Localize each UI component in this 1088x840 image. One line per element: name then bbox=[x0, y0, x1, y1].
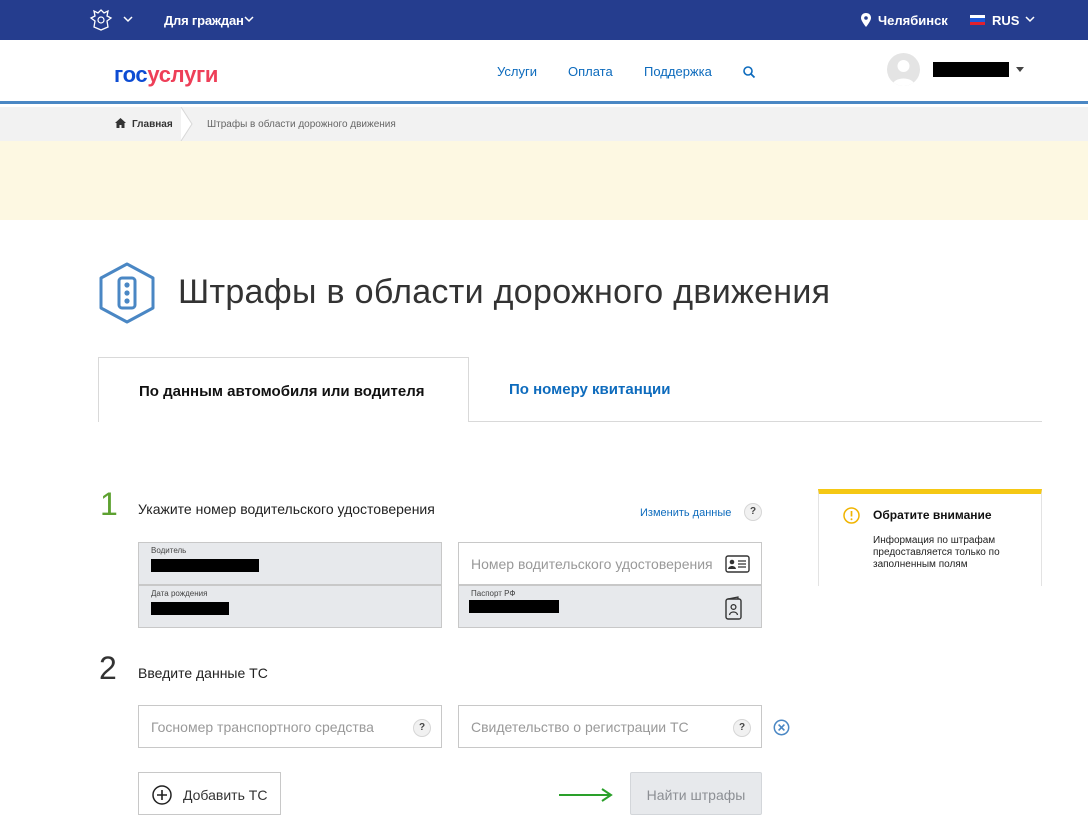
avatar[interactable] bbox=[887, 53, 920, 86]
tab-by-vehicle-or-driver[interactable]: По данным автомобиля или водителя bbox=[98, 357, 469, 422]
birthdate-field: Дата рождения bbox=[138, 585, 442, 628]
help-button[interactable]: ? bbox=[733, 719, 751, 737]
arrow-right-icon bbox=[559, 788, 613, 802]
russian-flag-icon bbox=[970, 15, 985, 25]
nav-payment[interactable]: Оплата bbox=[568, 64, 613, 79]
find-fines-label: Найти штрафы bbox=[646, 787, 746, 803]
plate-placeholder: Госномер транспортного средства bbox=[151, 719, 374, 735]
help-button[interactable]: ? bbox=[413, 719, 431, 737]
gosuslugi-logo[interactable]: госуслуги bbox=[114, 62, 218, 88]
chevron-down-icon[interactable] bbox=[1024, 14, 1036, 24]
user-silhouette-icon bbox=[892, 60, 915, 86]
driver-name-redacted bbox=[151, 559, 259, 572]
breadcrumb: Главная Штрафы в области дорожного движе… bbox=[0, 107, 1088, 141]
audience-selector[interactable]: Для граждан bbox=[164, 13, 244, 28]
id-card-icon bbox=[725, 555, 750, 573]
plate-number-input[interactable]: Госномер транспортного средства ? bbox=[138, 705, 442, 748]
plus-circle-icon bbox=[152, 785, 172, 805]
breadcrumb-home[interactable]: Главная bbox=[132, 119, 173, 130]
birthdate-caption: Дата рождения bbox=[151, 589, 208, 598]
search-icon[interactable] bbox=[742, 65, 756, 79]
add-vehicle-label: Добавить ТС bbox=[183, 787, 268, 803]
driver-field: Водитель bbox=[138, 542, 442, 585]
driver-caption: Водитель bbox=[151, 546, 187, 555]
registration-placeholder: Свидетельство о регистрации ТС bbox=[471, 719, 689, 735]
tab-label: По данным автомобиля или водителя bbox=[139, 383, 425, 400]
page-title: Штрафы в области дорожного движения bbox=[178, 273, 831, 311]
passport-caption: Паспорт РФ bbox=[471, 589, 516, 598]
home-icon bbox=[115, 118, 126, 128]
nav-support[interactable]: Поддержка bbox=[644, 64, 712, 79]
registration-certificate-input[interactable]: Свидетельство о регистрации ТС ? bbox=[458, 705, 762, 748]
traffic-light-icon bbox=[99, 262, 155, 324]
passport-icon bbox=[725, 596, 742, 620]
passport-field: Паспорт РФ bbox=[458, 585, 762, 628]
clear-icon[interactable] bbox=[773, 719, 790, 736]
warning-icon bbox=[843, 507, 860, 524]
tab-by-receipt-number[interactable]: По номеру квитанции bbox=[509, 381, 670, 398]
step2-label: Введите данные ТС bbox=[138, 665, 268, 681]
caret-down-icon[interactable] bbox=[1016, 67, 1024, 72]
add-vehicle-button[interactable]: Добавить ТС bbox=[138, 772, 281, 815]
site-header: госуслуги Услуги Оплата Поддержка bbox=[0, 40, 1088, 104]
chevron-down-icon[interactable] bbox=[243, 14, 255, 24]
tabs-divider bbox=[468, 421, 1042, 422]
city-selector[interactable]: Челябинск bbox=[878, 13, 948, 28]
birthdate-redacted bbox=[151, 602, 229, 615]
location-pin-icon bbox=[861, 13, 871, 27]
notification-banner bbox=[0, 141, 1088, 220]
step1-label: Укажите номер водительского удостоверени… bbox=[138, 501, 435, 517]
change-data-link[interactable]: Изменить данные bbox=[640, 507, 731, 519]
find-fines-button[interactable]: Найти штрафы bbox=[630, 772, 762, 815]
language-selector[interactable]: RUS bbox=[992, 13, 1019, 28]
chevron-down-icon[interactable] bbox=[122, 14, 134, 24]
notice-text: Информация по штрафам предоставляется то… bbox=[873, 535, 1000, 570]
attention-notice: Обратите внимание Информация по штрафам … bbox=[818, 489, 1042, 586]
step-number-1: 1 bbox=[100, 486, 118, 522]
breadcrumb-current: Штрафы в области дорожного движения bbox=[207, 119, 396, 130]
coat-of-arms-icon[interactable] bbox=[88, 8, 114, 32]
license-number-input[interactable]: Номер водительского удостоверения bbox=[458, 542, 762, 585]
user-name-redacted[interactable] bbox=[933, 62, 1009, 77]
breadcrumb-separator bbox=[180, 107, 193, 141]
license-placeholder: Номер водительского удостоверения bbox=[471, 556, 713, 572]
nav-services[interactable]: Услуги bbox=[497, 64, 537, 79]
step-number-2: 2 bbox=[99, 650, 117, 686]
help-button[interactable]: ? bbox=[744, 503, 762, 521]
top-bar: Для граждан Челябинск RUS bbox=[0, 0, 1088, 40]
notice-title: Обратите внимание bbox=[873, 508, 992, 522]
passport-number-redacted bbox=[469, 600, 559, 613]
